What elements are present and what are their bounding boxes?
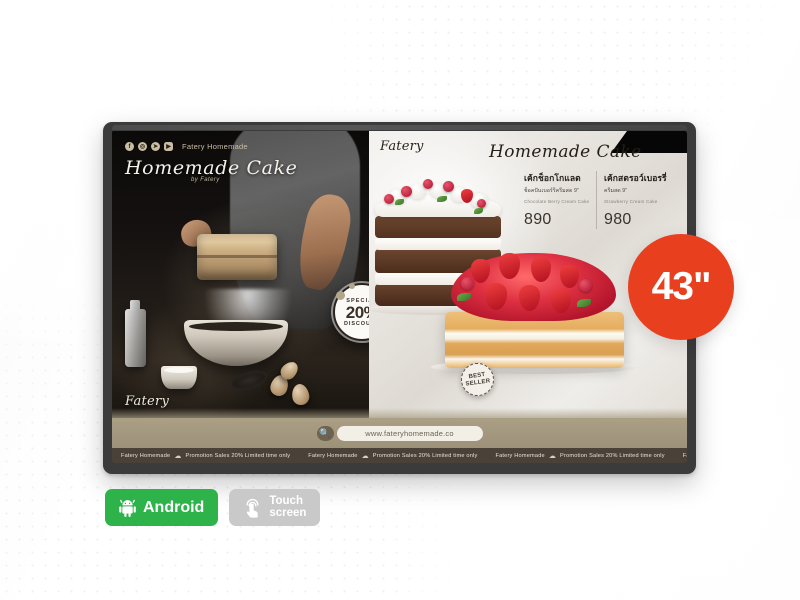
special-discount-badge: SPECIAL 20% DISCOUNT bbox=[333, 283, 369, 341]
wooden-sieve bbox=[196, 234, 277, 281]
raspberry bbox=[401, 186, 412, 197]
ticker-item: Fatery Homemade☁Promotion Sales 20% Limi… bbox=[674, 452, 687, 460]
flour-ramekin bbox=[160, 366, 197, 390]
left-panel-brand-name: Fatery Homemade bbox=[182, 142, 248, 151]
touchscreen-badge-label: Touch screen bbox=[269, 495, 307, 519]
promo-ticker-bar: Fatery Homemade ☁ Promotion Sales 20% Limi… bbox=[112, 448, 687, 463]
menu-item-chocolate: เค้กช็อกโกแลต ช็อคปันเบอร์รีครีมสด 9” Ch… bbox=[517, 171, 596, 229]
touchscreen-badge[interactable]: Touch screen bbox=[229, 489, 321, 527]
touchscreen-label-line1: Touch bbox=[269, 495, 303, 507]
social-links-row[interactable]: f ◎ ➤ ▶ Fatery Homemade bbox=[125, 142, 359, 151]
raspberry bbox=[477, 199, 486, 208]
menu-item-desc-th: ครีมสด 9” bbox=[604, 188, 628, 194]
cake-menu-list: เค้กช็อกโกแลต ช็อคปันเบอร์รีครีมสด 9” Ch… bbox=[517, 171, 675, 229]
menu-item-strawberry: เค้กสตรอว์เบอรรี่ ครีมสด 9” Strawberry C… bbox=[596, 171, 675, 229]
search-url-field[interactable]: www.fateryhomemade.co bbox=[336, 425, 483, 441]
ticker-brand: Fatery Homemade bbox=[682, 452, 687, 459]
screenshot-root: f ◎ ➤ ▶ Fatery Homemade Homemade Cake by… bbox=[0, 0, 800, 600]
raspberry bbox=[384, 194, 394, 204]
screen-panels: f ◎ ➤ ▶ Fatery Homemade Homemade Cake by… bbox=[112, 131, 687, 418]
egg bbox=[290, 382, 311, 406]
menu-item-name-en: Chocolate Berry Cream Cake bbox=[524, 199, 590, 204]
badge-dot-decoration bbox=[336, 291, 345, 300]
search-icon[interactable]: 🔍 bbox=[316, 425, 334, 441]
android-robot-icon bbox=[119, 499, 136, 517]
website-search-bar: 🔍 www.fateryhomemade.co bbox=[112, 408, 687, 448]
ticker-item: Fatery Homemade☁Promotion Sales 20% Limi… bbox=[112, 452, 299, 460]
ticker-promo: Promotion Sales 20% Limited time only bbox=[185, 452, 291, 459]
android-badge[interactable]: Android bbox=[105, 489, 219, 527]
cake-layer bbox=[375, 216, 501, 238]
milk-bottle bbox=[124, 299, 146, 367]
menu-item-name-th: เค้กสตรอว์เบอรรี่ bbox=[604, 173, 667, 183]
ticker-brand: Fatery Homemade bbox=[308, 452, 358, 459]
raspberry bbox=[423, 179, 433, 189]
touchscreen-label-line2: screen bbox=[269, 506, 307, 519]
raspberry bbox=[579, 279, 592, 292]
right-panel-logo: Fatery bbox=[380, 139, 424, 154]
digital-signage-monitor: f ◎ ➤ ▶ Fatery Homemade Homemade Cake by… bbox=[103, 122, 696, 474]
badge-dot-decoration bbox=[349, 283, 355, 289]
ticker-item: Fatery Homemade☁Promotion Sales 20% Limi… bbox=[487, 452, 674, 460]
menu-item-price: 980 bbox=[604, 211, 632, 228]
cloud-icon: ☁ bbox=[548, 452, 557, 460]
left-promo-panel: f ◎ ➤ ▶ Fatery Homemade Homemade Cake by… bbox=[112, 131, 369, 418]
left-panel-logo: Fatery bbox=[125, 394, 170, 409]
cloud-icon: ☁ bbox=[361, 452, 369, 460]
youtube-icon[interactable]: ▶ bbox=[164, 142, 173, 151]
ticker-promo: Promotion Sales 20% Limited time only bbox=[560, 452, 665, 459]
ticker-item: Fatery Homemade☁Promotion Sales 20% Limi… bbox=[299, 452, 486, 460]
strawberry-cake-image bbox=[427, 249, 642, 374]
touch-hand-icon bbox=[243, 498, 262, 518]
raspberry bbox=[443, 181, 454, 192]
facebook-icon[interactable]: f bbox=[125, 142, 134, 151]
search-wrap: 🔍 www.fateryhomemade.co bbox=[316, 425, 483, 441]
mixing-bowl bbox=[183, 320, 288, 367]
whisk bbox=[228, 367, 270, 394]
menu-item-name-th: เค้กช็อกโกแลต bbox=[524, 173, 581, 183]
right-panel-title: Homemade Cake bbox=[489, 142, 642, 162]
screen-size-badge: 43" bbox=[628, 234, 734, 340]
ticker-brand: Fatery Homemade bbox=[495, 452, 545, 459]
monitor-screen: f ◎ ➤ ▶ Fatery Homemade Homemade Cake by… bbox=[112, 131, 687, 463]
android-badge-label: Android bbox=[143, 498, 205, 516]
twitter-icon[interactable]: ➤ bbox=[151, 142, 160, 151]
menu-item-desc-th: ช็อคปันเบอร์รีครีมสด 9” bbox=[524, 188, 579, 194]
discount-badge-bottom-label: DISCOUNT bbox=[344, 320, 369, 327]
instagram-icon[interactable]: ◎ bbox=[138, 142, 147, 151]
feature-badges: Android Touch screen bbox=[105, 489, 321, 527]
raspberry bbox=[461, 277, 474, 290]
ticker-promo: Promotion Sales 20% Limited time only bbox=[372, 452, 478, 459]
left-panel-title: Homemade Cake bbox=[125, 157, 298, 179]
menu-item-name-en: Strawberry Cream Cake bbox=[604, 199, 658, 204]
cloud-icon: ☁ bbox=[174, 452, 182, 460]
menu-item-price: 890 bbox=[524, 211, 552, 228]
discount-badge-value: 20% bbox=[345, 302, 369, 322]
ticker-brand: Fatery Homemade bbox=[121, 452, 171, 459]
left-panel-header: f ◎ ➤ ▶ Fatery Homemade Homemade Cake by… bbox=[125, 142, 359, 183]
